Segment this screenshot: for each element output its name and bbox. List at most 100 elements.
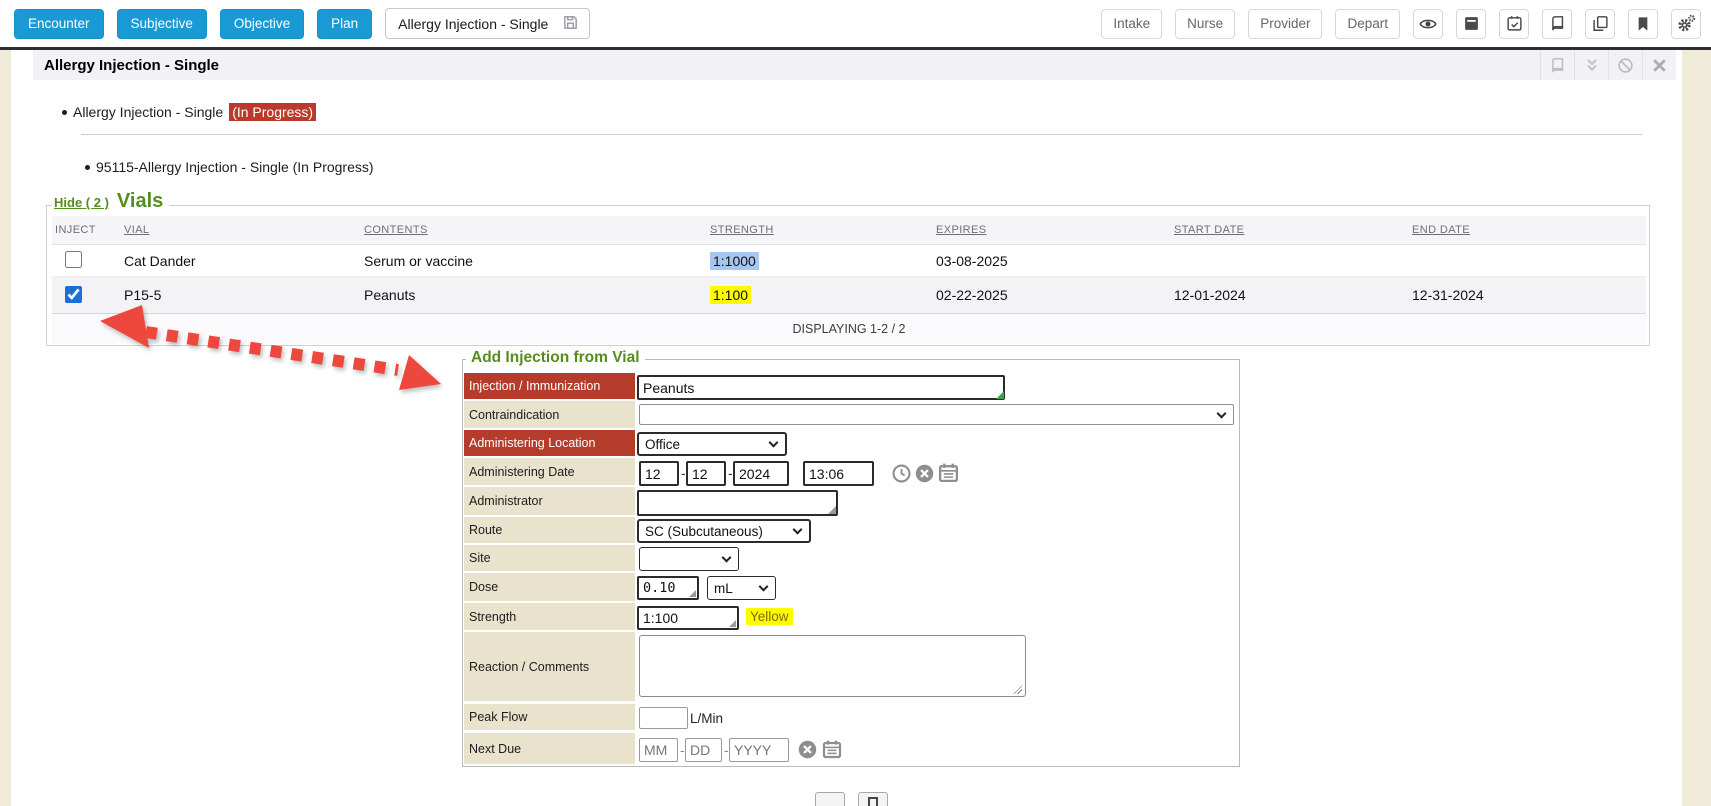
form-action-button[interactable] bbox=[858, 792, 888, 806]
col-expires[interactable]: EXPIRES bbox=[936, 224, 1174, 236]
contents-cell: Serum or vaccine bbox=[364, 253, 710, 269]
date-separator: - bbox=[724, 742, 729, 758]
contraindication-select[interactable] bbox=[639, 404, 1234, 425]
add-injection-title: Add Injection from Vial bbox=[466, 349, 645, 367]
status-item-label: Allergy Injection - Single bbox=[73, 104, 223, 120]
vials-table: INJECT VIAL CONTENTS STRENGTH EXPIRES ST… bbox=[52, 216, 1646, 344]
objective-button[interactable]: Objective bbox=[220, 9, 304, 39]
resize-grip-green[interactable] bbox=[996, 391, 1004, 399]
book-icon[interactable] bbox=[1542, 9, 1572, 39]
hide-vials-link[interactable]: Hide ( 2 ) bbox=[54, 195, 109, 210]
admin-date-month-input[interactable] bbox=[639, 461, 679, 486]
admin-date-time-input[interactable] bbox=[803, 461, 874, 486]
site-select[interactable] bbox=[639, 547, 739, 571]
clear-date-icon[interactable] bbox=[915, 464, 934, 488]
admin-date-day-input[interactable] bbox=[686, 461, 726, 486]
clear-date-icon[interactable] bbox=[798, 740, 817, 764]
table-pagination: DISPLAYING 1-2 / 2 bbox=[52, 313, 1646, 344]
administrator-label: Administrator bbox=[464, 487, 635, 515]
reaction-comments-textarea[interactable] bbox=[639, 635, 1026, 697]
end-date-cell: 12-31-2024 bbox=[1412, 287, 1646, 303]
strength-label: Strength bbox=[464, 603, 635, 630]
nurse-button[interactable]: Nurse bbox=[1175, 9, 1235, 39]
button-glyph bbox=[868, 797, 878, 806]
calendar-icon[interactable] bbox=[938, 462, 959, 488]
bullet-disc bbox=[62, 110, 67, 115]
subjective-button[interactable]: Subjective bbox=[117, 9, 207, 39]
col-inject: INJECT bbox=[52, 224, 124, 236]
expires-cell: 02-22-2025 bbox=[936, 287, 1174, 303]
form-action-button[interactable] bbox=[815, 792, 845, 806]
administering-location-value: Office bbox=[645, 437, 680, 452]
save-icon[interactable] bbox=[562, 14, 579, 34]
col-vial[interactable]: VIAL bbox=[124, 224, 364, 236]
route-select[interactable]: SC (Subcutaneous) bbox=[637, 519, 811, 543]
tab-label: Allergy Injection - Single bbox=[398, 16, 548, 32]
chevron-down-icon bbox=[722, 553, 732, 563]
archive-icon[interactable] bbox=[1456, 9, 1486, 39]
col-start-date[interactable]: START DATE bbox=[1174, 224, 1412, 236]
site-label: Site bbox=[464, 545, 635, 571]
chevron-down-icon bbox=[1217, 408, 1227, 418]
status-item-template: Allergy Injection - Single (In Progress) bbox=[62, 103, 316, 121]
book-icon[interactable] bbox=[1540, 50, 1574, 80]
provider-button[interactable]: Provider bbox=[1248, 9, 1322, 39]
encounter-button[interactable]: Encounter bbox=[14, 9, 104, 39]
start-date-cell: 12-01-2024 bbox=[1174, 287, 1412, 303]
administering-location-label: Administering Location bbox=[464, 430, 635, 456]
peak-flow-input[interactable] bbox=[639, 707, 688, 729]
active-template-tab[interactable]: Allergy Injection - Single bbox=[385, 8, 590, 39]
administering-location-select[interactable]: Office bbox=[637, 432, 787, 456]
plan-button[interactable]: Plan bbox=[317, 9, 372, 39]
intake-button[interactable]: Intake bbox=[1101, 9, 1162, 39]
clock-icon[interactable] bbox=[892, 464, 911, 488]
next-due-label: Next Due bbox=[464, 733, 635, 764]
copy-icon[interactable] bbox=[1585, 9, 1615, 39]
depart-button[interactable]: Depart bbox=[1335, 9, 1400, 39]
vials-title: Vials bbox=[117, 190, 163, 213]
strength-input[interactable] bbox=[637, 606, 739, 630]
next-due-day-input[interactable] bbox=[685, 738, 722, 762]
in-progress-badge: (In Progress) bbox=[229, 103, 316, 121]
eye-icon[interactable] bbox=[1413, 9, 1443, 39]
contents-cell: Peanuts bbox=[364, 287, 710, 303]
chevrons-down-icon[interactable] bbox=[1574, 50, 1608, 80]
calendar-check-icon[interactable] bbox=[1499, 9, 1529, 39]
inject-checkbox[interactable] bbox=[65, 251, 82, 268]
col-strength[interactable]: STRENGTH bbox=[710, 224, 936, 236]
resize-grip[interactable] bbox=[828, 506, 836, 514]
date-separator: - bbox=[680, 742, 685, 758]
vial-cell: Cat Dander bbox=[124, 253, 364, 269]
resize-grip[interactable] bbox=[689, 590, 696, 597]
dose-unit-value: mL bbox=[714, 581, 733, 596]
status-item-code-label: 95115-Allergy Injection - Single (In Pro… bbox=[96, 159, 374, 175]
inject-checkbox[interactable] bbox=[65, 286, 82, 303]
chevron-down-icon bbox=[769, 438, 779, 448]
route-value: SC (Subcutaneous) bbox=[645, 524, 763, 539]
bookmark-icon[interactable] bbox=[1628, 9, 1658, 39]
next-due-month-input[interactable] bbox=[639, 738, 678, 762]
col-contents[interactable]: CONTENTS bbox=[364, 224, 710, 236]
col-end-date[interactable]: END DATE bbox=[1412, 224, 1646, 236]
injection-immunization-input[interactable] bbox=[637, 375, 1005, 400]
expires-cell: 03-08-2025 bbox=[936, 253, 1174, 269]
block-icon[interactable] bbox=[1608, 50, 1642, 80]
strength-color-badge: Yellow bbox=[746, 608, 793, 625]
calendar-icon[interactable] bbox=[822, 739, 842, 764]
peak-flow-unit: L/Min bbox=[690, 711, 723, 726]
resize-grip[interactable] bbox=[1013, 685, 1022, 694]
chevron-down-icon bbox=[759, 582, 769, 592]
close-icon[interactable] bbox=[1642, 50, 1676, 80]
section-titlebar: Allergy Injection - Single bbox=[33, 50, 1676, 80]
resize-grip[interactable] bbox=[729, 620, 736, 627]
contraindication-label: Contraindication bbox=[464, 401, 635, 428]
dose-unit-select[interactable]: mL bbox=[707, 576, 776, 600]
peak-flow-label: Peak Flow bbox=[464, 704, 635, 730]
strength-highlight: 1:100 bbox=[710, 286, 751, 304]
gears-icon[interactable] bbox=[1671, 9, 1701, 39]
next-due-year-input[interactable] bbox=[729, 738, 789, 762]
status-item-code: 95115-Allergy Injection - Single (In Pro… bbox=[85, 159, 374, 175]
vials-fieldset: INJECT VIAL CONTENTS STRENGTH EXPIRES ST… bbox=[46, 205, 1650, 346]
admin-date-year-input[interactable] bbox=[733, 461, 789, 486]
administrator-input[interactable] bbox=[637, 490, 838, 516]
